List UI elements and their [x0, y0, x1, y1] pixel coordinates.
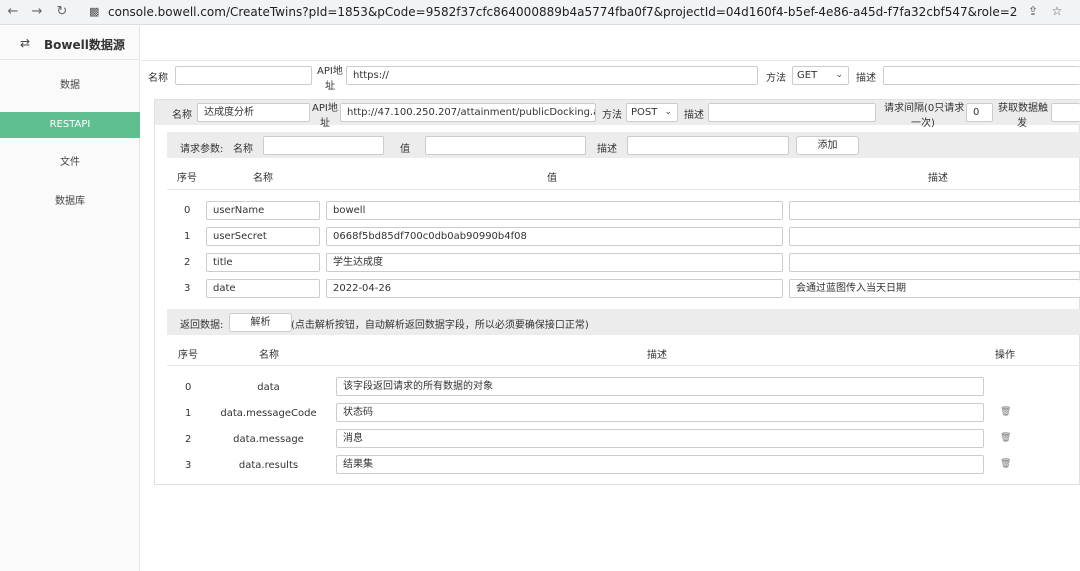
return-desc-field[interactable]: 该字段返回请求的所有数据的对象	[336, 377, 984, 396]
parse-hint: (点击解析按钮，自动解析返回数据字段，所以必须要确保接口正常)	[291, 320, 589, 331]
header-divider	[141, 60, 1080, 61]
brand-title: Bowell数据源	[44, 38, 125, 52]
reload-icon[interactable]: ↻	[53, 3, 71, 21]
request-params-title: 请求参数:	[180, 144, 224, 155]
return-desc-field[interactable]: 消息	[336, 429, 984, 448]
api-desc-input[interactable]	[708, 103, 876, 122]
return-data-title: 返回数据:	[180, 320, 224, 331]
api-label-line1: API地	[317, 66, 343, 77]
api-url-input-2[interactable]: http://47.100.250.207/attainment/publicD…	[340, 103, 596, 122]
param-index: 2	[184, 257, 191, 268]
param-value-field[interactable]: 学生达成度	[326, 253, 783, 272]
return-index: 2	[185, 434, 192, 445]
param-index: 3	[184, 283, 191, 294]
api-url-label-line2: 址	[320, 118, 330, 129]
return-index: 1	[185, 408, 192, 419]
api-method-value: POST	[631, 107, 658, 118]
chevron-down-icon: ⌄	[835, 70, 843, 80]
param-desc-field[interactable]	[789, 227, 1080, 246]
share-icon[interactable]: ⇪	[1025, 4, 1041, 20]
param-name-field[interactable]: userName	[206, 201, 320, 220]
param-name-field[interactable]: title	[206, 253, 320, 272]
method-value: GET	[797, 70, 818, 81]
forward-arrow-icon[interactable]: →	[28, 3, 46, 21]
sidebar-item-database[interactable]: 数据库	[0, 189, 140, 215]
chevron-down-icon: ⌄	[664, 107, 672, 117]
trash-icon[interactable]: 🗑	[1000, 459, 1011, 469]
interval-input[interactable]: 0	[966, 103, 993, 122]
interval-label-line1: 请求间隔(0只请求	[884, 103, 965, 114]
param-header-index: 序号	[177, 173, 197, 184]
trigger-label-line2: 发	[1017, 118, 1027, 129]
sidebar-item-data[interactable]: 数据	[0, 73, 140, 99]
api-url-label-line1: API地	[312, 103, 338, 114]
parse-button[interactable]: 解析	[229, 313, 292, 332]
return-header-divider	[167, 365, 1080, 366]
back-arrow-icon[interactable]: ←	[4, 3, 22, 21]
return-header-index: 序号	[178, 350, 198, 361]
param-desc-field[interactable]	[789, 253, 1080, 272]
param-value-label: 值	[400, 144, 410, 155]
param-index: 1	[184, 231, 191, 242]
star-icon[interactable]: ☆	[1049, 4, 1065, 20]
param-name-field[interactable]: date	[206, 279, 320, 298]
sidebar-item-file[interactable]: 文件	[0, 150, 140, 176]
interval-label-line2: 一次)	[911, 118, 935, 129]
param-name-input[interactable]	[263, 136, 384, 155]
return-desc-field[interactable]: 结果集	[336, 455, 984, 474]
param-value-field[interactable]: 2022-04-26	[326, 279, 783, 298]
api-label-line2: 址	[325, 81, 335, 92]
browser-toolbar: ← → ↻ ▩ console.bowell.com/CreateTwins?p…	[0, 0, 1080, 25]
return-field-name: data.results	[238, 460, 299, 471]
api-url-input[interactable]: https://	[346, 66, 758, 85]
return-field-name: data	[257, 382, 280, 393]
desc-label: 描述	[856, 73, 876, 84]
address-bar[interactable]: console.bowell.com/CreateTwins?pId=1853&…	[108, 5, 1018, 19]
api-method-label: 方法	[602, 110, 622, 121]
method-label: 方法	[766, 73, 786, 84]
trash-icon[interactable]: 🗑	[1000, 433, 1011, 443]
param-header-desc: 描述	[928, 173, 948, 184]
sidebar: ⇄ Bowell数据源 数据 RESTAPI 文件 数据库	[0, 26, 140, 571]
name-input[interactable]	[175, 66, 312, 85]
param-header-divider	[167, 189, 1080, 190]
trigger-input[interactable]	[1051, 103, 1080, 122]
param-value-field[interactable]: 0668f5bd85df700c0db0ab90990b4f08	[326, 227, 783, 246]
param-header-name: 名称	[253, 173, 273, 184]
param-desc-field[interactable]: 会通过蓝图传入当天日期	[789, 279, 1080, 298]
return-header-action: 操作	[995, 350, 1015, 361]
api-name-label: 名称	[172, 110, 192, 121]
return-index: 0	[185, 382, 192, 393]
param-header-value: 值	[547, 173, 557, 184]
param-name-field[interactable]: userSecret	[206, 227, 320, 246]
return-header-desc: 描述	[647, 350, 667, 361]
param-desc-field[interactable]	[789, 201, 1080, 220]
lock-icon[interactable]: ▩	[89, 5, 101, 19]
brand: ⇄ Bowell数据源	[0, 26, 140, 60]
name-label: 名称	[148, 73, 168, 84]
trash-icon[interactable]: 🗑	[1000, 407, 1011, 417]
return-field-name: data.messageCode	[220, 408, 317, 419]
param-name-label: 名称	[233, 144, 253, 155]
return-header-name: 名称	[259, 350, 279, 361]
api-name-input[interactable]: 达成度分析	[197, 103, 310, 122]
shuffle-icon: ⇄	[20, 36, 31, 50]
return-field-name: data.message	[233, 434, 304, 445]
api-method-select[interactable]: POST ⌄	[626, 103, 678, 122]
trigger-label-line1: 获取数据触	[998, 103, 1048, 114]
api-desc-label: 描述	[684, 110, 704, 121]
param-value-field[interactable]: bowell	[326, 201, 783, 220]
add-param-button[interactable]: 添加	[796, 136, 859, 155]
method-select[interactable]: GET ⌄	[792, 66, 849, 85]
return-index: 3	[185, 460, 192, 471]
param-value-input[interactable]	[425, 136, 586, 155]
param-desc-input[interactable]	[627, 136, 789, 155]
return-desc-field[interactable]: 状态码	[336, 403, 984, 422]
desc-input[interactable]	[883, 66, 1080, 85]
param-index: 0	[184, 205, 191, 216]
sidebar-item-restapi[interactable]: RESTAPI	[0, 112, 140, 138]
param-desc-label: 描述	[597, 144, 617, 155]
